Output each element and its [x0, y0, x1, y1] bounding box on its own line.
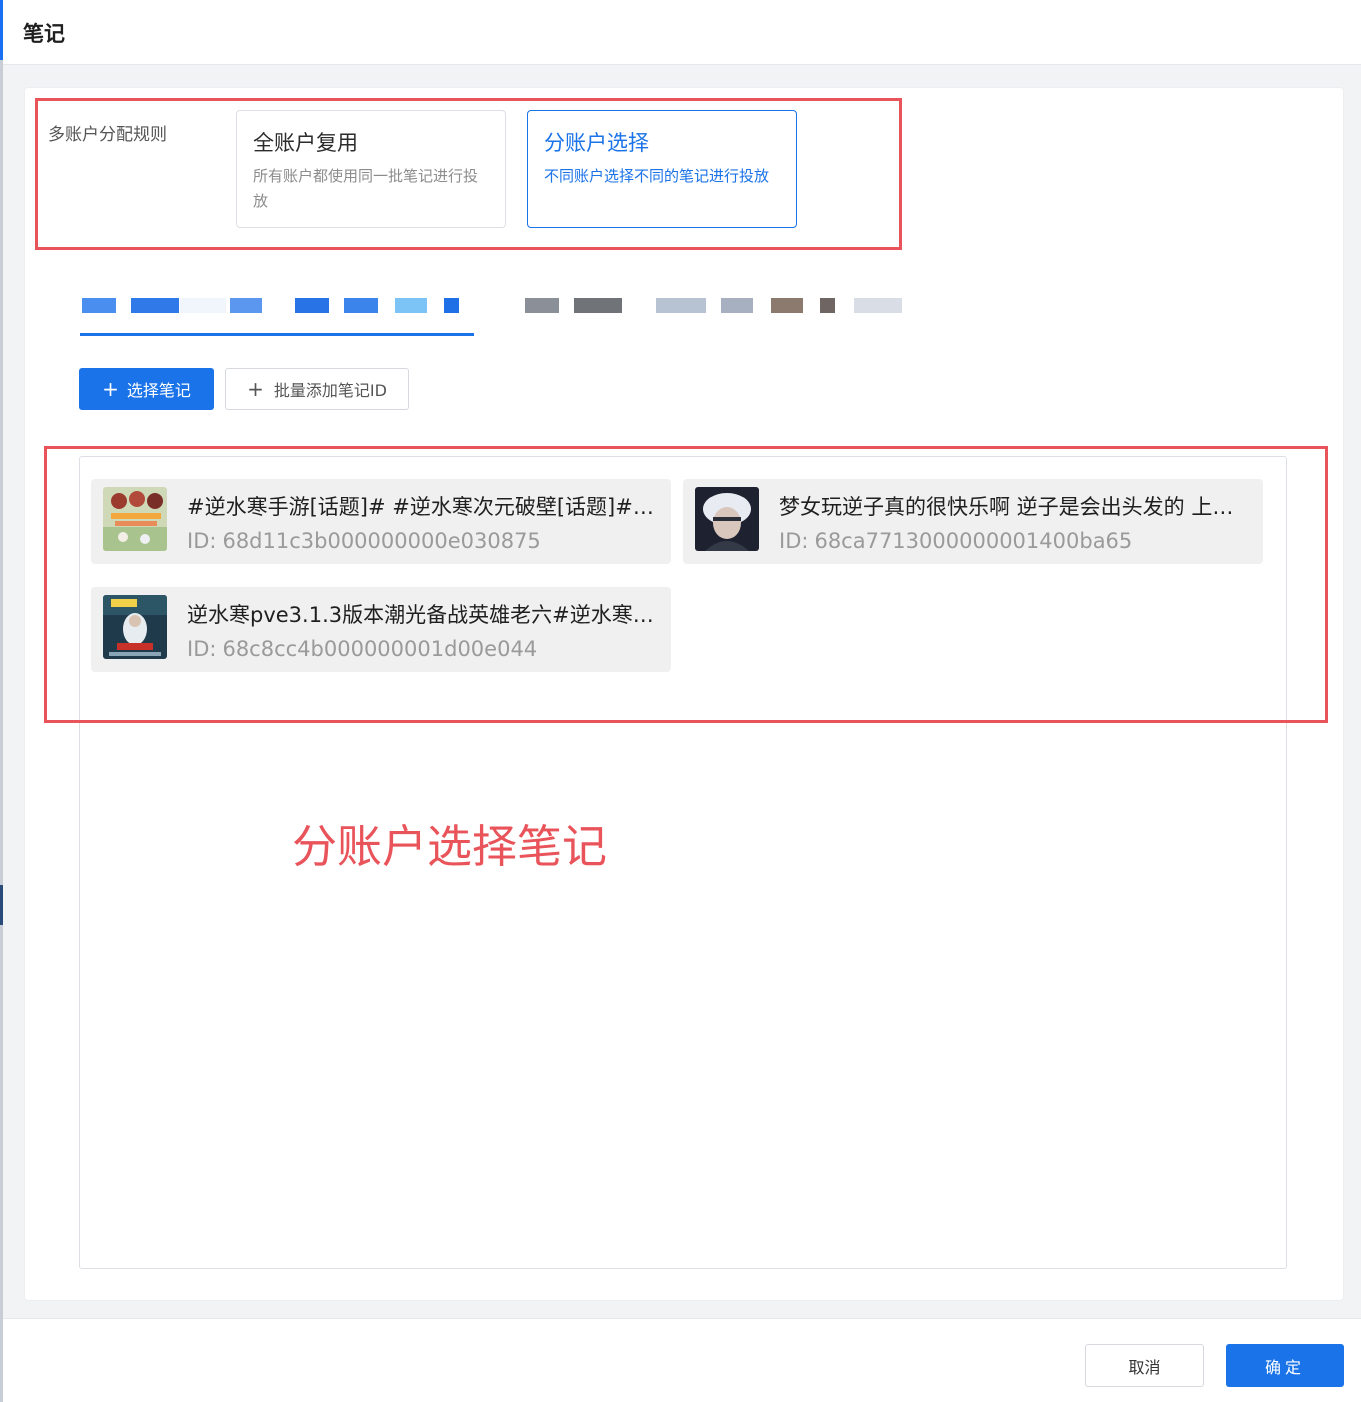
annotation-text: 分账户选择笔记	[292, 820, 608, 873]
note-id: ID: 68ca7713000000001400ba65	[779, 529, 1133, 553]
rule-option-desc: 不同账户选择不同的笔记进行投放	[544, 167, 770, 185]
character-poster-thumbnail	[103, 595, 167, 659]
window-left-edge	[0, 0, 3, 1402]
note-card[interactable]: 梦女玩逆子真的很快乐啊 逆子是会出头发的 上头发 ID: 68ca77130000…	[683, 479, 1263, 564]
selected-notes-area	[79, 456, 1287, 1269]
allocation-rule-label: 多账户分配规则	[48, 125, 167, 145]
cancel-button[interactable]: 取消	[1085, 1344, 1204, 1387]
account-tab-active[interactable]	[80, 290, 474, 336]
note-id: ID: 68c8cc4b000000001d00e044	[187, 637, 538, 661]
select-notes-button[interactable]: + 选择笔记	[79, 368, 214, 410]
note-id: ID: 68d11c3b000000000e030875	[187, 529, 541, 553]
rule-option-title: 全账户复用	[253, 131, 358, 155]
batch-add-label: 批量添加笔记ID	[273, 381, 387, 400]
select-notes-label: 选择笔记	[126, 381, 191, 400]
note-title: 梦女玩逆子真的很快乐啊 逆子是会出头发的 上头发	[779, 495, 1249, 519]
rule-option-title: 分账户选择	[544, 131, 649, 155]
confirm-button[interactable]: 确定	[1226, 1344, 1344, 1387]
plus-icon: +	[102, 377, 119, 401]
rule-option-desc: 所有账户都使用同一批笔记进行投放	[253, 167, 479, 210]
white-hair-character-thumbnail	[695, 487, 759, 551]
rule-option-reuse-all[interactable]: 全账户复用 所有账户都使用同一批笔记进行投放	[236, 110, 506, 228]
plus-icon: +	[247, 377, 264, 401]
dialog-title: 笔记	[23, 22, 65, 46]
account-tab[interactable]	[524, 290, 904, 336]
note-card[interactable]: 逆水寒pve3.1.3版本潮光备战英雄老六#逆水寒手游 ID: 68c8cc4b0…	[91, 587, 671, 672]
note-title: #逆水寒手游[话题]# #逆水寒次元破壁[话题]# #逆水寒手游萌新	[187, 495, 657, 519]
left-edge-accent-lower	[0, 885, 3, 925]
note-title: 逆水寒pve3.1.3版本潮光备战英雄老六#逆水寒手游	[187, 603, 657, 627]
rule-option-per-account[interactable]: 分账户选择 不同账户选择不同的笔记进行投放	[527, 110, 797, 228]
batch-add-note-id-button[interactable]: + 批量添加笔记ID	[225, 368, 409, 410]
note-card[interactable]: #逆水寒手游[话题]# #逆水寒次元破壁[话题]# #逆水寒手游萌新 ID:68…	[91, 479, 671, 564]
game-poster-thumbnail	[103, 487, 167, 551]
dialog-header: 笔记	[3, 0, 1361, 65]
